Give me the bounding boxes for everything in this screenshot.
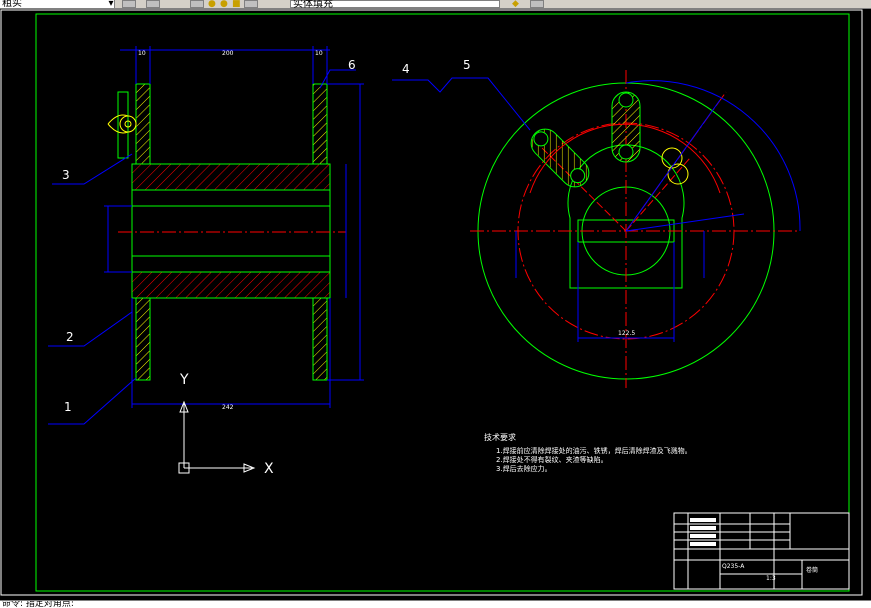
title-block <box>673 512 850 590</box>
ucs-x-label: X <box>264 461 274 477</box>
title-name: 卷筒 <box>806 567 819 574</box>
dim-top-mid: 200 <box>222 50 234 57</box>
right-flange-top <box>312 83 328 165</box>
left-flange-top <box>135 83 151 165</box>
right-flange-bottom <box>312 297 328 381</box>
ucs-icon <box>178 400 256 474</box>
dim-top-right: 10 <box>315 50 323 57</box>
layer-dropdown[interactable]: 粗实 <box>0 0 115 8</box>
properties-button[interactable] <box>530 0 544 8</box>
part-label-2: 2 <box>66 330 74 344</box>
chevron-down-icon[interactable]: ▾ <box>106 0 116 8</box>
tech-req-title: 技术要求 <box>484 433 516 442</box>
drawing-canvas[interactable] <box>0 8 871 600</box>
color-swatch-button[interactable] <box>244 0 258 8</box>
title-scale: 1:3 <box>766 575 776 582</box>
lightbulb-icon[interactable]: ● <box>208 0 216 8</box>
part-label-6: 6 <box>348 58 356 72</box>
lug-plate <box>117 91 129 159</box>
lug-left <box>530 128 590 188</box>
part-label-5: 5 <box>463 58 471 72</box>
title-material: Q235-A <box>722 563 745 570</box>
dim-bottom: 242 <box>222 404 234 411</box>
ucs-y-label: Y <box>180 372 189 388</box>
drum-end-view <box>392 70 801 388</box>
dim-bore: 122.5 <box>618 330 636 337</box>
sun-icon[interactable]: ● <box>220 0 228 8</box>
layer-previous-button[interactable] <box>146 0 160 8</box>
part-label-3: 3 <box>62 168 70 182</box>
linetype-combo[interactable]: 实体填充 <box>290 0 500 8</box>
part-label-1: 1 <box>64 400 72 414</box>
drum-section-view <box>48 46 364 425</box>
match-properties-icon[interactable]: ◆ <box>512 0 519 8</box>
lug-top <box>611 91 641 163</box>
dim-top-left: 10 <box>138 50 146 57</box>
layer-state-button[interactable] <box>190 0 204 8</box>
tech-req-item: 3.焊后去除应力。 <box>496 465 552 473</box>
lock-icon[interactable]: ■ <box>232 0 241 8</box>
drum-wall-bottom <box>131 271 331 299</box>
left-flange-bottom <box>135 297 151 381</box>
drum-wall-top <box>131 163 331 191</box>
layer-manager-button[interactable] <box>122 0 136 8</box>
sheet-border <box>0 9 863 596</box>
part-label-4: 4 <box>402 62 410 76</box>
